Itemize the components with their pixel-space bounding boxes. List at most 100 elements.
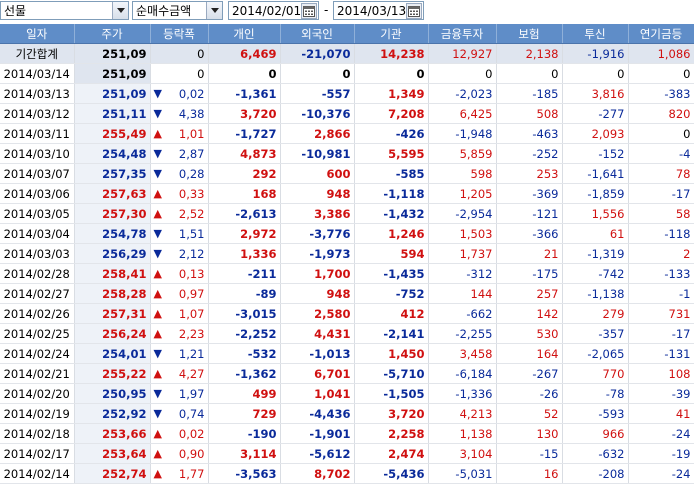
row-change: 0 bbox=[150, 63, 209, 84]
table-row[interactable]: 2014/03/06 257,63 ▲ 0,33 168 948 -1,118 1,205 -3… bbox=[0, 183, 694, 204]
table-row[interactable]: 2014/03/07 257,35 ▼ 0,28 292 600 -585 598 253 -1,… bbox=[0, 163, 694, 184]
table-row[interactable]: 2014/03/10 254,48 ▼ 2,87 4,873 -10,981 5,595 5,… bbox=[0, 143, 694, 164]
chevron-down-icon[interactable] bbox=[206, 2, 222, 19]
row-individual: 3,114 bbox=[208, 443, 281, 464]
column-header-insurance[interactable]: 보험 bbox=[496, 24, 563, 44]
row-price: 258,28 bbox=[74, 283, 151, 304]
row-trust: -357 bbox=[562, 323, 629, 344]
row-change: ▲ 0,13 bbox=[150, 263, 209, 284]
row-trust: 770 bbox=[562, 363, 629, 384]
total-row[interactable]: 기간합계 251,09 0 6,469 -21,070 14,238 12,92… bbox=[0, 43, 694, 64]
column-header-individual[interactable]: 개인 bbox=[208, 24, 281, 44]
row-trust: -593 bbox=[562, 403, 629, 424]
table-row[interactable]: 2014/03/11 255,49 ▲ 1,01 -1,727 2,866 -426 -1,9… bbox=[0, 123, 694, 144]
column-header-institution[interactable]: 기관 bbox=[354, 24, 429, 44]
row-trust: 1,556 bbox=[562, 203, 629, 224]
date-to-field[interactable]: 2014/03/13 bbox=[333, 1, 424, 20]
change-value: 1,01 bbox=[178, 126, 205, 141]
total-insurance: 2,138 bbox=[496, 43, 563, 64]
row-foreign: -1,901 bbox=[280, 423, 355, 444]
row-foreign: -1,013 bbox=[280, 343, 355, 364]
table-row[interactable]: 2014/02/21 255,22 ▲ 4,27 -1,362 6,701 -5,710 -6… bbox=[0, 363, 694, 384]
column-header-pension[interactable]: 연기금등 bbox=[628, 24, 694, 44]
column-header-date[interactable]: 일자 bbox=[0, 24, 75, 44]
row-institution: -2,141 bbox=[354, 323, 429, 344]
table-row[interactable]: 2014/02/26 257,31 ▲ 1,07 -3,015 2,580 412 -662 1… bbox=[0, 303, 694, 324]
row-fin-invest: -5,031 bbox=[428, 463, 497, 484]
table-row[interactable]: 2014/02/14 252,74 ▲ 1,77 -3,563 8,702 -5,436 -5… bbox=[0, 463, 694, 484]
table-row[interactable]: 2014/02/27 258,28 ▲ 0,97 -89 948 -752 144 257 -1,… bbox=[0, 283, 694, 304]
column-header-foreign[interactable]: 외국인 bbox=[280, 24, 355, 44]
row-trust: -277 bbox=[562, 103, 629, 124]
table-row[interactable]: 2014/02/17 253,64 ▲ 0,90 3,114 -5,612 2,474 3,1… bbox=[0, 443, 694, 464]
column-header-fin-invest[interactable]: 금융투자 bbox=[428, 24, 497, 44]
row-fin-invest: 5,859 bbox=[428, 143, 497, 164]
row-change: ▲ 0,97 bbox=[150, 283, 209, 304]
row-price: 255,22 bbox=[74, 363, 151, 384]
change-wrapper: ▼ 1,21 bbox=[154, 347, 205, 361]
change-value: 1,21 bbox=[178, 346, 205, 361]
calendar-icon[interactable] bbox=[301, 2, 317, 19]
chevron-down-icon[interactable] bbox=[112, 2, 128, 19]
row-pension: 731 bbox=[628, 303, 694, 324]
table-row[interactable]: 2014/02/18 253,66 ▲ 0,02 -190 -1,901 2,258 1,13… bbox=[0, 423, 694, 444]
row-price: 252,92 bbox=[74, 403, 151, 424]
row-date: 2014/03/07 bbox=[0, 163, 75, 184]
row-trust: -1,138 bbox=[562, 283, 629, 304]
column-header-trust[interactable]: 투신 bbox=[562, 24, 629, 44]
row-change: ▲ 0,33 bbox=[150, 183, 209, 204]
row-individual: -2,613 bbox=[208, 203, 281, 224]
row-insurance: -366 bbox=[496, 223, 563, 244]
table-row[interactable]: 2014/03/12 251,11 ▼ 4,38 3,720 -10,376 7,208 6,… bbox=[0, 103, 694, 124]
change-value: 0,90 bbox=[178, 446, 205, 461]
row-insurance: 508 bbox=[496, 103, 563, 124]
row-date: 2014/02/26 bbox=[0, 303, 75, 324]
metric-select-value: 순매수금액 bbox=[136, 4, 192, 18]
table-row[interactable]: 2014/02/25 256,24 ▲ 2,23 -2,252 4,431 -2,141 -2… bbox=[0, 323, 694, 344]
row-price: 254,78 bbox=[74, 223, 151, 244]
row-foreign: -5,612 bbox=[280, 443, 355, 464]
row-price: 252,74 bbox=[74, 463, 151, 484]
row-insurance: 253 bbox=[496, 163, 563, 184]
table-row[interactable]: 2014/03/05 257,30 ▲ 2,52 -2,613 3,386 -1,432 -2… bbox=[0, 203, 694, 224]
table-row[interactable]: 2014/02/19 252,92 ▼ 0,74 729 -4,436 3,720 4,213… bbox=[0, 403, 694, 424]
row-individual: 2,972 bbox=[208, 223, 281, 244]
row-fin-invest: -1,336 bbox=[428, 383, 497, 404]
metric-select[interactable]: 순매수금액 bbox=[132, 1, 223, 20]
change-value: 2,12 bbox=[178, 246, 205, 261]
row-date: 2014/02/17 bbox=[0, 443, 75, 464]
row-individual: 729 bbox=[208, 403, 281, 424]
column-header-price[interactable]: 주가 bbox=[74, 24, 151, 44]
row-price: 250,95 bbox=[74, 383, 151, 404]
row-individual: 292 bbox=[208, 163, 281, 184]
change-value: 4,38 bbox=[178, 106, 205, 121]
row-change: ▼ 1,21 bbox=[150, 343, 209, 364]
market-select[interactable]: 선물 bbox=[0, 1, 129, 20]
row-insurance: 16 bbox=[496, 463, 563, 484]
column-header-change[interactable]: 등락폭 bbox=[150, 24, 209, 44]
table-row[interactable]: 2014/02/24 254,01 ▼ 1,21 -532 -1,013 1,450 3,45… bbox=[0, 343, 694, 364]
total-trust: -1,916 bbox=[562, 43, 629, 64]
row-institution: 2,258 bbox=[354, 423, 429, 444]
row-date: 2014/03/03 bbox=[0, 243, 75, 264]
row-institution: -5,710 bbox=[354, 363, 429, 384]
table-row[interactable]: 2014/03/03 256,29 ▼ 2,12 1,336 -1,973 594 1,737… bbox=[0, 243, 694, 264]
row-individual: -1,361 bbox=[208, 83, 281, 104]
row-foreign: -557 bbox=[280, 83, 355, 104]
table-row[interactable]: 2014/03/04 254,78 ▼ 1,51 2,972 -3,776 1,246 1,5… bbox=[0, 223, 694, 244]
calendar-icon[interactable] bbox=[406, 2, 422, 19]
row-trust: 0 bbox=[562, 63, 629, 84]
change-wrapper: ▼ 1,97 bbox=[154, 387, 205, 401]
down-triangle-icon: ▼ bbox=[153, 227, 162, 240]
row-pension: -19 bbox=[628, 443, 694, 464]
date-from-field[interactable]: 2014/02/01 bbox=[228, 1, 319, 20]
table-row[interactable]: 2014/03/13 251,09 ▼ 0,02 -1,361 -557 1,349 -2,0… bbox=[0, 83, 694, 104]
change-value: 2,23 bbox=[178, 326, 205, 341]
change-wrapper: ▼ 1,51 bbox=[154, 227, 205, 241]
change-wrapper: ▲ 0,02 bbox=[154, 427, 205, 441]
row-foreign: 600 bbox=[280, 163, 355, 184]
table-row[interactable]: 2014/03/14 251,09 0 0 0 0 0 0 0 0 bbox=[0, 63, 694, 84]
row-fin-invest: 1,138 bbox=[428, 423, 497, 444]
table-row[interactable]: 2014/02/20 250,95 ▼ 1,97 499 1,041 -1,505 -1,33… bbox=[0, 383, 694, 404]
table-row[interactable]: 2014/02/28 258,41 ▲ 0,13 -211 1,700 -1,435 -312… bbox=[0, 263, 694, 284]
